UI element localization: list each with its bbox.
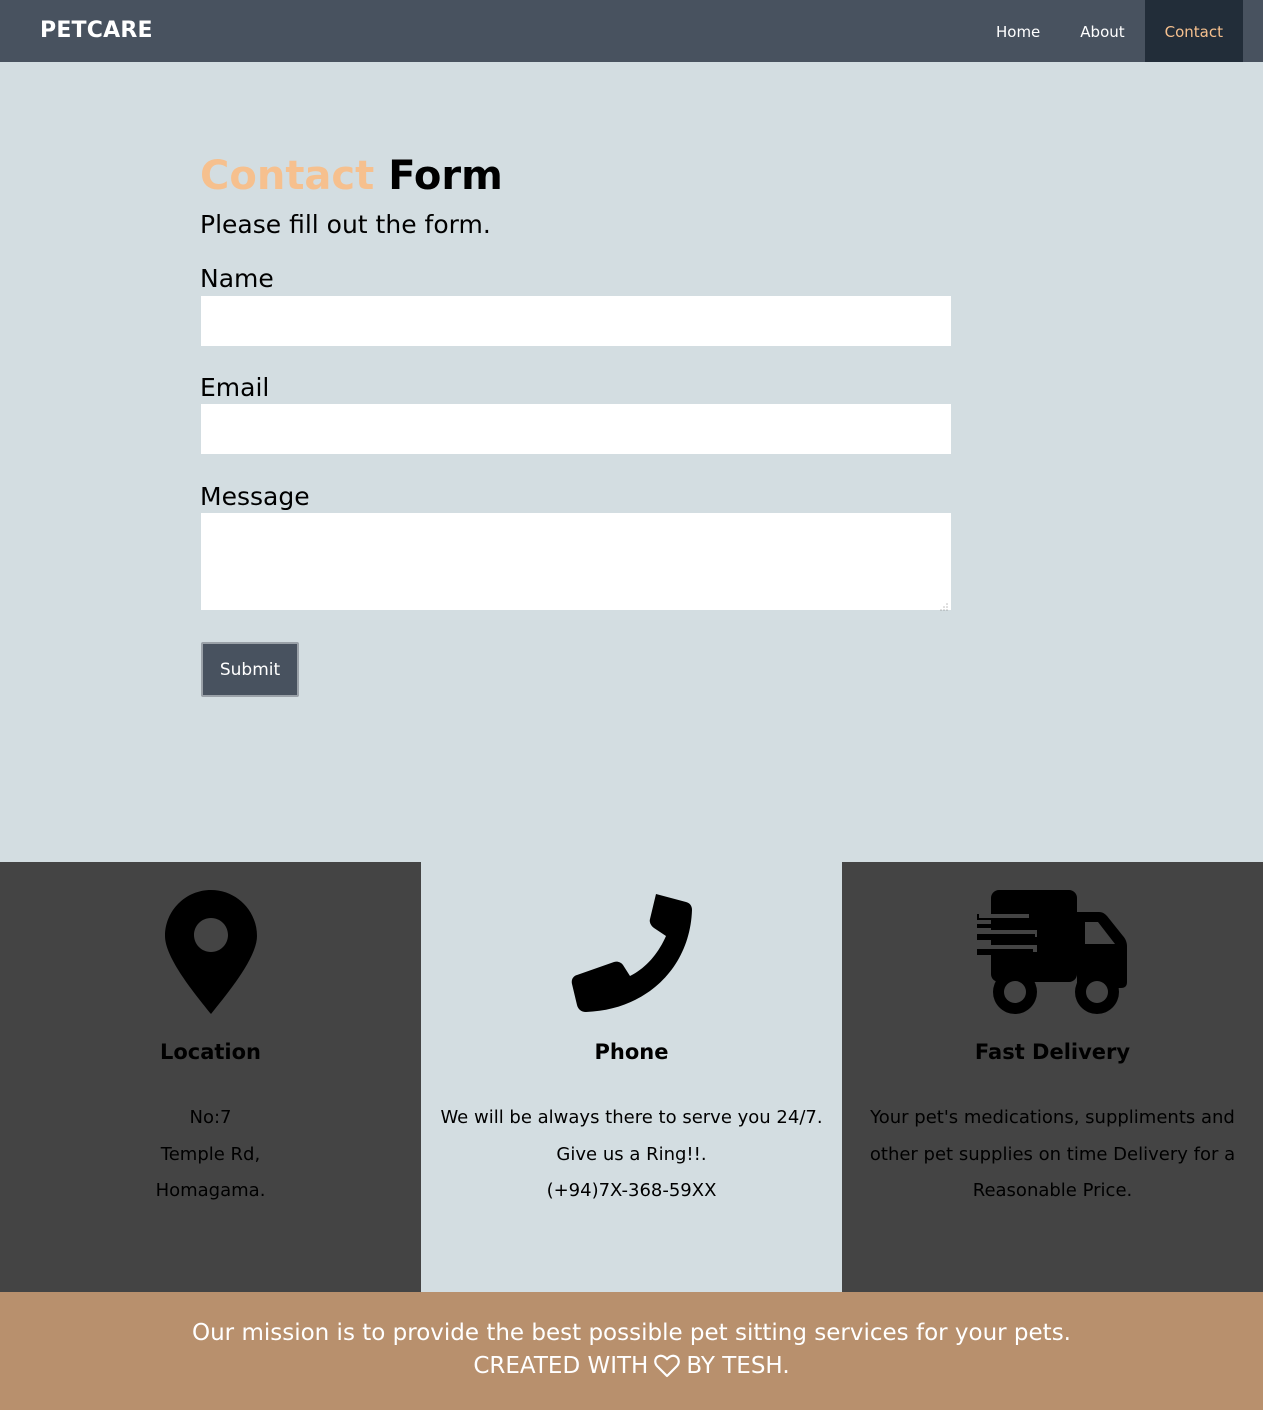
message-label: Message <box>200 482 310 511</box>
nav-about-link[interactable]: About <box>1060 0 1144 62</box>
title-rest: Form <box>388 153 503 199</box>
delivery-truck-icon <box>976 890 1127 1014</box>
map-pin-icon <box>164 890 257 1014</box>
phone-icon <box>571 894 692 1012</box>
phone-title: Phone <box>594 1040 669 1064</box>
phone-number[interactable]: (+94)7X-368-59XX <box>425 1173 838 1210</box>
name-label: Name <box>200 264 274 293</box>
location-line: Temple Rd, <box>160 1143 261 1165</box>
form-subtitle: Please fill out the form. <box>200 210 491 239</box>
name-input[interactable] <box>201 296 951 346</box>
main-nav: Home About Contact <box>976 0 1243 62</box>
delivery-text: Your pet's medications, suppliments and … <box>869 1107 1236 1201</box>
phone-line: Give us a Ring!!. <box>556 1143 707 1165</box>
delivery-card: Fast Delivery Your pet's medications, su… <box>842 862 1263 1292</box>
location-line: Homagama. <box>155 1180 266 1201</box>
phone-line: We will be always there to serve you 24/… <box>440 1107 823 1128</box>
nav-contact-link[interactable]: Contact <box>1144 0 1243 62</box>
email-input[interactable] <box>201 404 951 454</box>
location-line: No:7 <box>189 1107 232 1128</box>
delivery-title: Fast Delivery <box>974 1040 1131 1064</box>
location-card: Location No:7 Temple Rd, Homagama. <box>0 862 421 1292</box>
message-textarea[interactable] <box>201 513 951 610</box>
credit-line: CREATED WITH BY TESH. <box>0 1353 1263 1379</box>
heart-icon <box>654 1354 681 1378</box>
credit-after: BY TESH. <box>686 1353 790 1379</box>
site-footer: Our mission is to provide the best possi… <box>0 1292 1263 1410</box>
phone-text: We will be always there to serve you 24/… <box>425 1100 838 1210</box>
mission-statement: Our mission is to provide the best possi… <box>192 1320 1071 1346</box>
location-title: Location <box>159 1040 262 1064</box>
location-text: No:7 Temple Rd, Homagama. <box>4 1100 417 1210</box>
resize-grip-icon[interactable] <box>940 603 948 611</box>
top-navbar: PETCARE Home About Contact <box>0 0 1263 62</box>
nav-home-link[interactable]: Home <box>976 0 1060 62</box>
email-label: Email <box>200 373 270 402</box>
info-cards: Location No:7 Temple Rd, Homagama. Phone… <box>0 862 1263 1292</box>
brand-logo[interactable]: PETCARE <box>40 18 153 43</box>
title-accent: Contact <box>200 153 375 199</box>
credit-before: CREATED WITH <box>473 1353 649 1379</box>
page-title: Contact Form <box>200 150 960 202</box>
contact-form: Contact Form Please fill out the form. N… <box>200 150 960 697</box>
submit-button[interactable]: Submit <box>201 642 299 697</box>
phone-card: Phone We will be always there to serve y… <box>421 862 842 1292</box>
